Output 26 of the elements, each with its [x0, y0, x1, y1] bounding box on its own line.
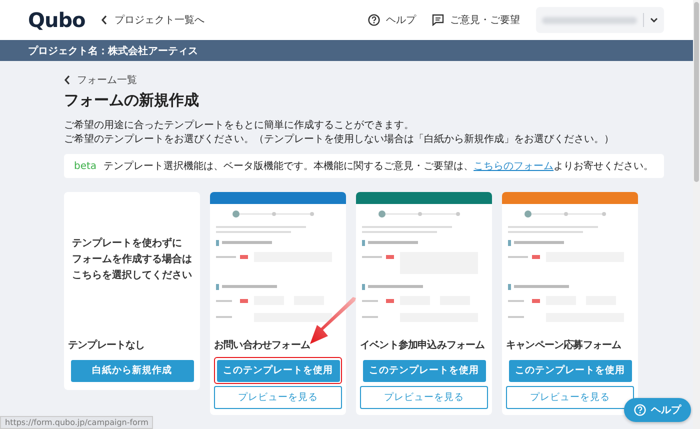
use-template-button[interactable]: このテンプレートを使用 — [216, 360, 340, 382]
template-name: テンプレートなし — [67, 338, 146, 352]
use-template-button[interactable]: このテンプレートを使用 — [508, 360, 632, 382]
description-text: ご希望のテンプレートをお選びください。（テンプレートを使用しない場合は「白紙から新規作成」をお選びください。） — [64, 133, 615, 147]
help-button[interactable]: ヘルプ — [624, 398, 691, 422]
template-name: イベント参加申込みフォーム — [359, 338, 486, 352]
page-title: フォームの新規作成 — [64, 91, 200, 110]
description-text: ご希望の用途に合ったテンプレートをもとに簡単に作成することができます。 — [64, 119, 415, 133]
preview-button[interactable]: プレビューを見る — [506, 386, 634, 409]
use-template-button[interactable]: このテンプレートを使用 — [362, 360, 486, 382]
template-name: お問い合わせフォーム — [213, 338, 312, 352]
back-link[interactable]: プロジェクト一覧へ — [101, 13, 204, 27]
preview-button[interactable]: プレビューを見る — [214, 386, 342, 409]
feedback-form-link[interactable]: こちらのフォーム — [474, 161, 554, 172]
feedback-link[interactable]: ご意見・ご要望 — [432, 13, 520, 27]
breadcrumb-link[interactable]: フォーム一覧 — [64, 73, 137, 87]
project-name: プロジェクト名：株式会社アーティス — [28, 44, 198, 58]
template-name: キャンペーン応募フォーム — [505, 338, 622, 352]
create-blank-button[interactable]: 白紙から新規作成 — [70, 360, 194, 382]
prompt-text: テンプレートを使わずに フォームを作成する場合は こちらを選択してください — [72, 236, 192, 283]
preview-button[interactable]: プレビューを見る — [360, 386, 488, 409]
notice-text: テンプレート選択機能は、ベータ版機能です。本機能に関するご意見・ご要望は、こちらのフォームよりお寄せください。 — [104, 160, 654, 173]
logo[interactable]: Qubo — [28, 8, 86, 32]
status-url: https://form.qubo.jp/campaign-form — [0, 416, 154, 429]
help-link[interactable]: ヘルプ — [368, 13, 416, 27]
beta-label: beta — [74, 160, 97, 172]
